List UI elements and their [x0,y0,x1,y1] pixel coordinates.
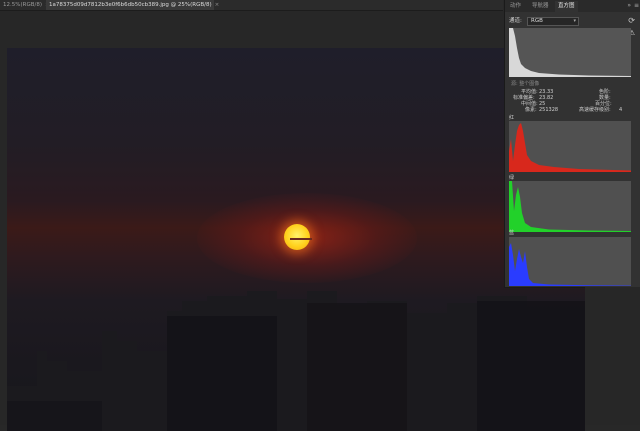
document-tab-bar: 12.5%(RGB/8)× 1a78375d09d7812b3e0f6b6db5… [0,0,503,11]
red-histogram [509,121,631,172]
green-histogram [509,181,631,232]
pixels-label: 像素: [525,107,537,113]
document-tab-2[interactable]: 1a78375d09d7812b3e0f6b6db50cb389.jpg @ 2… [46,0,219,10]
cache-level-label: 高速缓存级别: [579,107,611,113]
empty-dock-area [585,287,640,425]
channel-select[interactable]: RGB ▾ [527,17,579,26]
tab-histogram[interactable]: 直方图 [555,1,578,12]
channel-select-value: RGB [531,18,543,24]
close-icon[interactable]: × [215,2,220,8]
tab-navigator[interactable]: 导航器 [529,1,552,12]
channel-label: 通道: [509,18,522,24]
panel-tab-bar: 动作 导航器 直方图 » ≡ [505,0,640,12]
menu-icon[interactable]: ≡ [634,1,639,11]
blue-histogram [509,237,631,286]
main-histogram [509,28,631,77]
refresh-icon[interactable]: ⟳ [628,16,635,26]
tab-actions[interactable]: 动作 [507,1,524,12]
cloud-streak [290,238,312,240]
histogram-panel: 动作 导航器 直方图 » ≡ 通道: RGB ▾ ⟳ ⚠ 源: 整个图像 平均值… [504,0,640,288]
document-tab-1[interactable]: 12.5%(RGB/8)× [0,0,50,10]
document-tab-2-label: 1a78375d09d7812b3e0f6b6db50cb389.jpg @ 2… [49,2,212,8]
sun [284,224,310,250]
city-skyline [7,291,585,431]
chevron-down-icon: ▾ [573,18,576,24]
document-tab-1-label: 12.5%(RGB/8) [3,2,42,8]
image-canvas[interactable] [7,48,585,431]
source-label: 源: 整个图像 [511,81,540,87]
cache-level-value: 4 [619,107,623,113]
pixels-value: 251328 [539,107,559,113]
collapse-icon[interactable]: » [627,1,631,11]
